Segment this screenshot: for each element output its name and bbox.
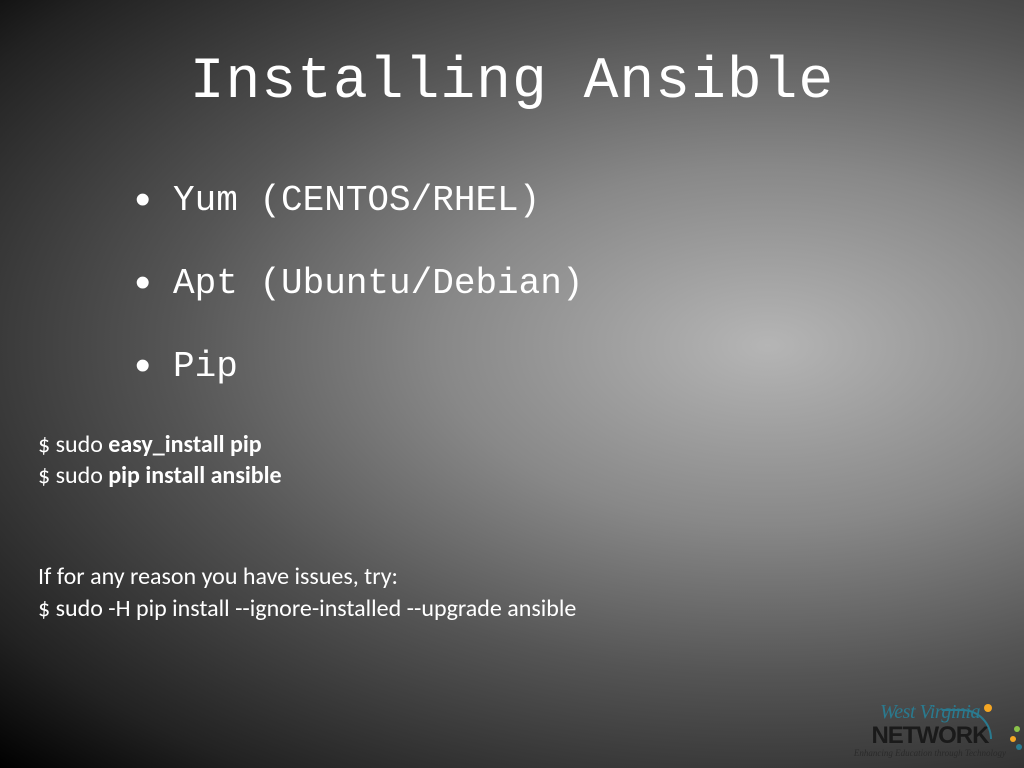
list-item: Apt (Ubuntu/Debian) — [135, 263, 1024, 304]
wvnet-logo: West Virginia NETWORK Enhancing Educatio… — [854, 701, 1006, 758]
troubleshoot-intro: If for any reason you have issues, try: — [38, 561, 1024, 592]
prompt-text: $ sudo — [38, 430, 108, 459]
logo-state-text: West Virginia — [880, 701, 980, 724]
install-commands: $ sudo easy_install pip $ sudo pip insta… — [38, 429, 1024, 491]
slide-title: Installing Ansible — [0, 0, 1024, 115]
troubleshoot-section: If for any reason you have issues, try: … — [38, 561, 1024, 623]
command-bold: easy_install pip — [108, 430, 261, 459]
command-bold: pip install ansible — [108, 461, 281, 490]
troubleshoot-command: $ sudo -H pip install --ignore-installed… — [38, 593, 1024, 624]
logo-arc-icon — [942, 709, 992, 739]
command-line-2: $ sudo pip install ansible — [38, 460, 1024, 491]
list-item: Pip — [135, 346, 1024, 387]
logo-tagline: Enhancing Education through Technology — [854, 748, 1006, 758]
logo-sun-icon — [984, 704, 992, 712]
prompt-text: $ sudo — [38, 461, 108, 490]
list-item: Yum (CENTOS/RHEL) — [135, 180, 1024, 221]
command-line-1: $ sudo easy_install pip — [38, 429, 1024, 460]
bullet-list: Yum (CENTOS/RHEL) Apt (Ubuntu/Debian) Pi… — [135, 180, 1024, 387]
